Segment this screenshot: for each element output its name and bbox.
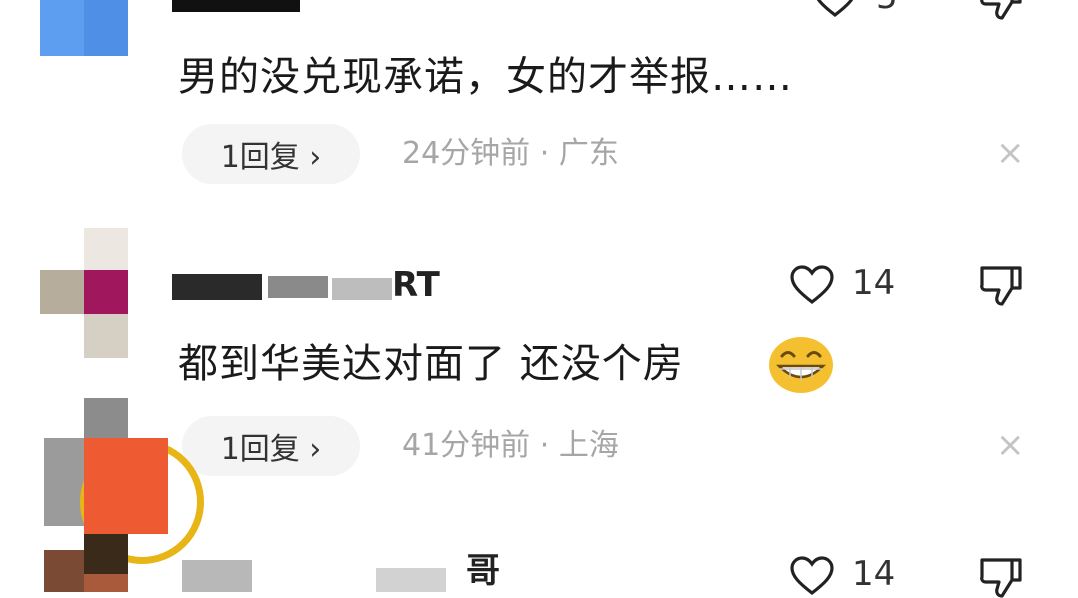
comment-text: 男的没兑现承诺，女的才举报…… (178, 54, 793, 100)
comment-location: 广东 (558, 136, 619, 171)
thumbs-down-icon[interactable] (978, 0, 1024, 20)
username-text: RT (392, 265, 440, 305)
comment-location: 上海 (558, 428, 619, 463)
heart-icon[interactable] (789, 556, 835, 596)
username[interactable]: RT (172, 266, 440, 306)
meta-separator: · (539, 136, 550, 171)
reply-label: 1回复 › (220, 432, 322, 467)
grinning-emoji-icon (769, 337, 833, 393)
comment-meta: 24分钟前 · 广东 (402, 139, 619, 169)
like-count: 14 (852, 554, 896, 594)
meta-separator: · (539, 428, 550, 463)
thumbs-down-icon[interactable] (978, 264, 1024, 306)
comment-meta: 41分钟前 · 上海 (402, 431, 619, 461)
username-text: 哥 (466, 551, 500, 591)
username-redacted (172, 0, 300, 12)
like-count: 14 (852, 263, 896, 303)
reply-button[interactable]: 1回复 › (182, 124, 360, 184)
comment-text: 都到华美达对面了 还没个房 (178, 341, 684, 387)
close-icon[interactable]: × (996, 136, 1025, 170)
comment-time: 24分钟前 (402, 136, 531, 171)
username[interactable]: 哥 (176, 548, 526, 592)
heart-icon[interactable] (812, 0, 858, 18)
close-icon[interactable]: × (996, 428, 1025, 462)
like-count: 5 (876, 0, 898, 14)
reply-label: 1回复 › (220, 140, 322, 175)
comment-time: 41分钟前 (402, 428, 531, 463)
avatar[interactable] (40, 0, 128, 56)
avatar[interactable] (40, 228, 128, 358)
heart-icon[interactable] (789, 265, 835, 305)
